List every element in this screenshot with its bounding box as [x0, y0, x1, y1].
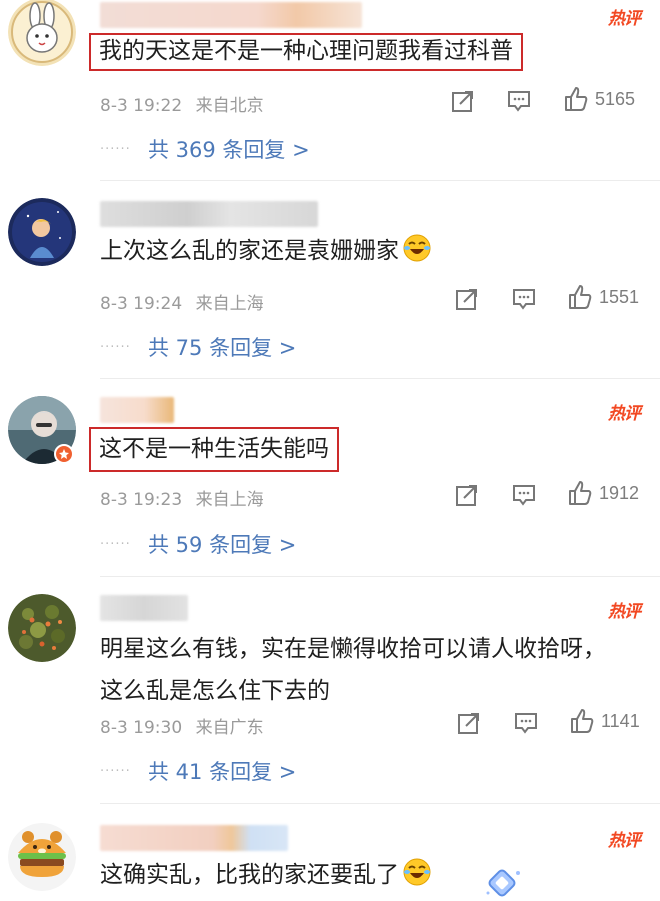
- comment-location: 来自广东: [195, 718, 264, 738]
- comment-text: 明星这么有钱，实在是懒得收拾可以请人收拾呀，这么乱是怎么住下去的: [100, 636, 606, 704]
- username-blurred[interactable]: [100, 397, 174, 423]
- comment-date: 8-3 19:22: [100, 96, 183, 116]
- username-blurred[interactable]: [100, 201, 318, 227]
- divider: [100, 803, 660, 804]
- laughing-emoji-icon: [403, 858, 431, 886]
- like-button[interactable]: 5165: [563, 86, 635, 112]
- share-button[interactable]: [454, 482, 480, 508]
- like-icon: [569, 285, 592, 309]
- like-button[interactable]: 1551: [567, 284, 639, 310]
- share-icon: [458, 713, 479, 734]
- username-blurred[interactable]: [100, 2, 362, 28]
- divider: [100, 378, 660, 379]
- burger-bear-avatar-icon: [8, 823, 76, 891]
- comment-text: 这不是一种生活失能吗: [89, 427, 339, 472]
- replies-dots: ······: [100, 763, 131, 779]
- username-blurred[interactable]: [100, 595, 188, 621]
- like-icon: [569, 481, 592, 505]
- comment-meta: 8-3 19:23 来自上海: [100, 485, 264, 510]
- view-replies-link[interactable]: ······ 共 59 条回复 >: [100, 529, 296, 559]
- comment-date: 8-3 19:24: [100, 294, 183, 314]
- comment-icon: [513, 289, 535, 310]
- like-count: 5165: [595, 88, 636, 109]
- comment-location: 来自上海: [195, 294, 264, 314]
- replies-label: 共 59 条回复 >: [148, 533, 297, 557]
- divider: [100, 180, 660, 181]
- rabbit-avatar-icon: [8, 0, 76, 66]
- replies-label: 共 75 条回复 >: [148, 336, 297, 360]
- avatar[interactable]: [8, 0, 76, 66]
- comment-text-content: 这确实乱，比我的家还要乱了: [100, 862, 399, 888]
- comment-meta: 8-3 19:22 来自北京: [100, 91, 264, 116]
- like-button[interactable]: 1912: [567, 480, 639, 506]
- verified-badge-icon: [54, 444, 74, 464]
- like-icon: [571, 709, 594, 733]
- avatar[interactable]: [8, 198, 76, 266]
- hot-comment-badge: 热评: [608, 404, 641, 424]
- hot-comment-badge: 热评: [608, 602, 641, 622]
- share-button[interactable]: [456, 710, 482, 736]
- replies-label: 共 369 条回复 >: [148, 138, 310, 162]
- share-icon: [452, 91, 473, 112]
- like-count: 1551: [599, 286, 640, 307]
- replies-dots: ······: [100, 141, 131, 157]
- comment-text: 我的天这是不是一种心理问题我看过科普: [89, 33, 523, 71]
- replies-dots: ······: [100, 536, 131, 552]
- comment-icon: [513, 485, 535, 506]
- comment-button[interactable]: [513, 710, 539, 736]
- flower-bush-avatar-icon: [8, 594, 76, 662]
- night-prince-avatar-icon: [8, 198, 76, 266]
- comment-text: 这确实乱，比我的家还要乱了: [100, 855, 431, 895]
- comment-button[interactable]: [511, 482, 537, 508]
- like-button[interactable]: 1141: [569, 708, 640, 734]
- comment-icon: [515, 713, 537, 734]
- comment-text-content: 上次这么乱的家还是袁姗姗家: [100, 238, 399, 264]
- laughing-emoji-icon: [403, 234, 431, 262]
- avatar[interactable]: [8, 823, 76, 891]
- like-icon: [565, 87, 588, 111]
- comment-date: 8-3 19:30: [100, 718, 183, 738]
- hot-comment-badge: 热评: [608, 9, 641, 29]
- comment-icon: [508, 91, 530, 112]
- comment-button[interactable]: [506, 88, 532, 114]
- share-button[interactable]: [454, 286, 480, 312]
- like-count: 1141: [601, 710, 640, 731]
- view-replies-link[interactable]: ······ 共 75 条回复 >: [100, 332, 296, 362]
- share-button[interactable]: [450, 88, 476, 114]
- share-icon: [456, 485, 477, 506]
- blue-gem-sticker-icon: [486, 869, 520, 897]
- username-blurred[interactable]: [100, 825, 288, 851]
- hot-comment-badge: 热评: [608, 831, 641, 851]
- comment-meta: 8-3 19:24 来自上海: [100, 289, 264, 314]
- comment-date: 8-3 19:23: [100, 490, 183, 510]
- replies-dots: ······: [100, 339, 131, 355]
- share-icon: [456, 289, 477, 310]
- avatar[interactable]: [8, 594, 76, 662]
- view-replies-link[interactable]: ······ 共 41 条回复 >: [100, 756, 296, 786]
- comment-button[interactable]: [511, 286, 537, 312]
- divider: [100, 576, 660, 577]
- verified-badge: [54, 444, 74, 464]
- comment-text: 上次这么乱的家还是袁姗姗家: [100, 231, 431, 271]
- sticker-decoration: [484, 867, 524, 901]
- comment-meta: 8-3 19:30 来自广东: [100, 713, 264, 738]
- comment-location: 来自上海: [195, 490, 264, 510]
- like-count: 1912: [599, 482, 640, 503]
- replies-label: 共 41 条回复 >: [148, 760, 297, 784]
- view-replies-link[interactable]: ······ 共 369 条回复 >: [100, 134, 310, 164]
- comment-location: 来自北京: [195, 96, 264, 116]
